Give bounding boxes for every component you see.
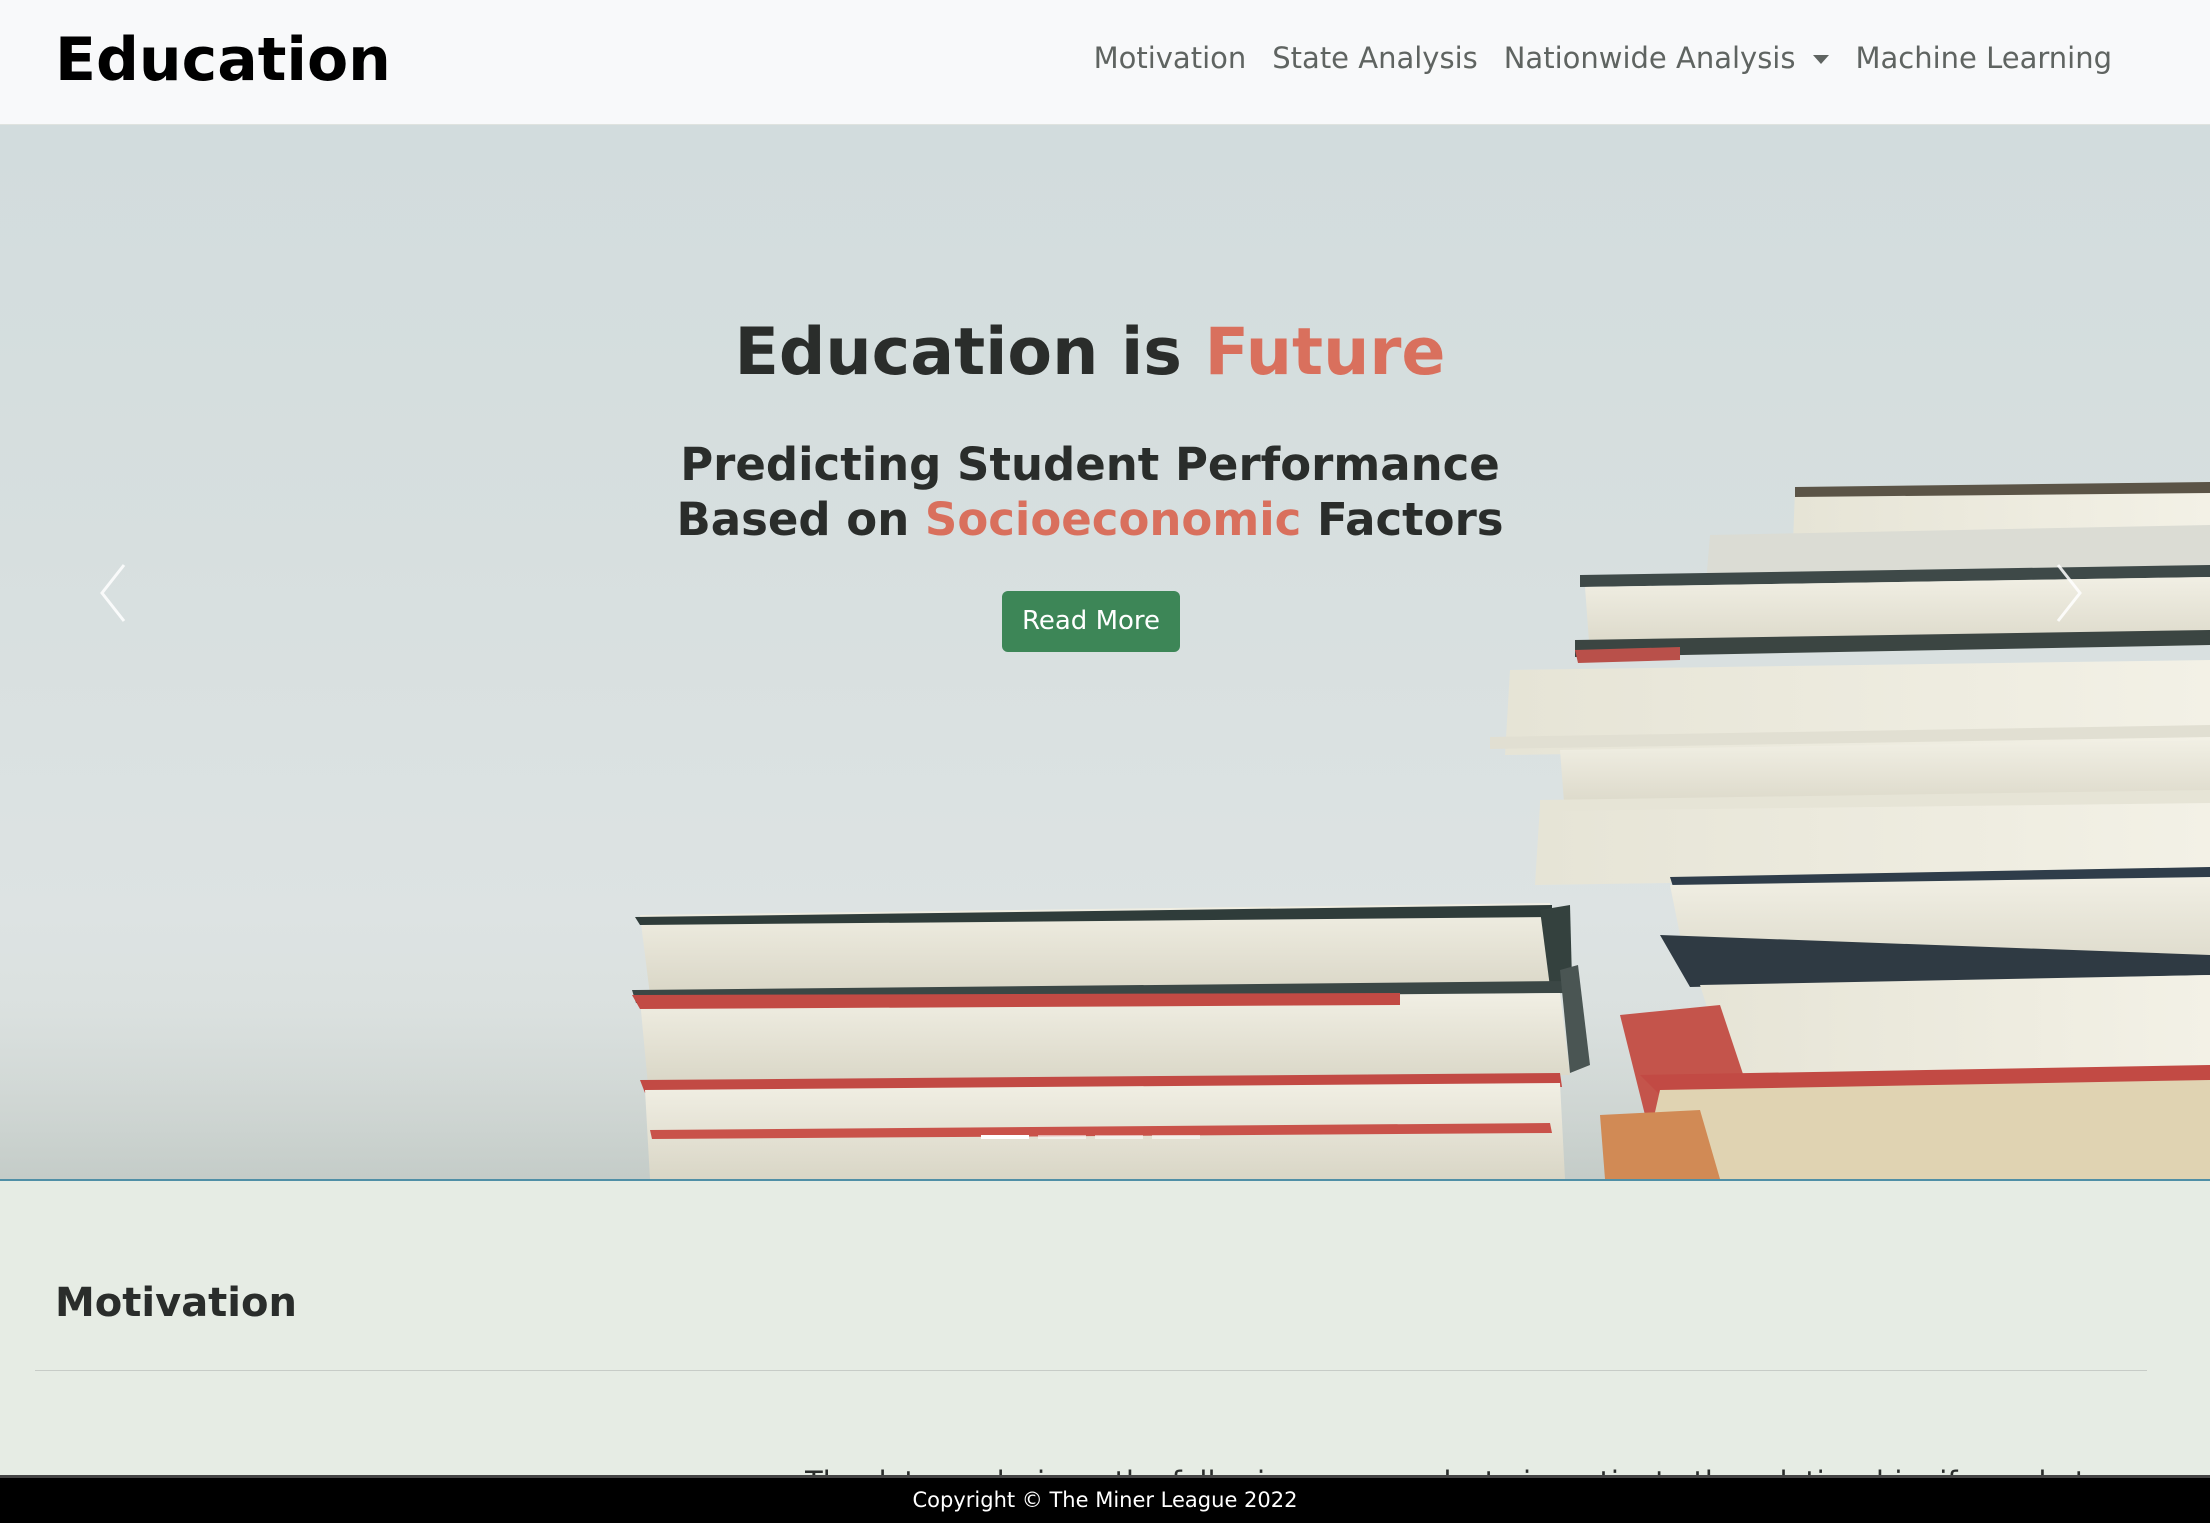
hero-subtitle-line2-start: Based on (676, 493, 925, 546)
hero-title-accent: Future (1204, 315, 1446, 390)
hero-subtitle-line1: Predicting Student Performance (680, 438, 1500, 491)
nav-link-nationwide-analysis-label: Nationwide Analysis (1503, 41, 1796, 75)
footer-copyright: Copyright © The Miner League 2022 (912, 1488, 1298, 1512)
brand-logo[interactable]: Education (55, 22, 391, 98)
hero-title-text: Education is (734, 315, 1205, 390)
nav-links: Motivation State Analysis Nationwide Ana… (1068, 36, 2112, 80)
hero-subtitle-line2-end: Factors (1301, 493, 1504, 546)
caret-down-icon (1813, 54, 1830, 64)
section-divider (35, 1370, 2147, 1371)
nav-dropdown-nationwide-analysis[interactable]: Nationwide Analysis (1504, 36, 1830, 80)
hero-carousel: Education is Future Predicting Student P… (0, 125, 2210, 1181)
carousel-prev-button[interactable] (84, 553, 144, 633)
books-background-image (0, 482, 2210, 1179)
nav-link-machine-learning[interactable]: Machine Learning (1855, 36, 2112, 80)
carousel-indicator-2[interactable] (1038, 1135, 1086, 1139)
hero-subtitle: Predicting Student Performance Based on S… (0, 437, 2180, 547)
motivation-heading: Motivation (55, 1280, 297, 1326)
footer: Copyright © The Miner League 2022 (0, 1475, 2210, 1523)
read-more-button[interactable]: Read More (1002, 591, 1180, 652)
hero-subtitle-accent: Socioeconomic (924, 493, 1302, 546)
carousel-next-button[interactable] (2038, 553, 2098, 633)
nav-link-state-analysis[interactable]: State Analysis (1272, 36, 1477, 80)
navbar: Education Motivation State Analysis Nati… (0, 0, 2210, 125)
nav-link-motivation[interactable]: Motivation (1094, 36, 1247, 80)
carousel-indicator-3[interactable] (1095, 1135, 1143, 1139)
carousel-indicator-1[interactable] (981, 1135, 1029, 1139)
carousel-indicator-4[interactable] (1152, 1135, 1200, 1139)
carousel-indicators (981, 1135, 1209, 1139)
chevron-left-icon (100, 564, 126, 622)
chevron-right-icon (2056, 564, 2082, 622)
hero-title: Education is Future (0, 313, 2180, 393)
